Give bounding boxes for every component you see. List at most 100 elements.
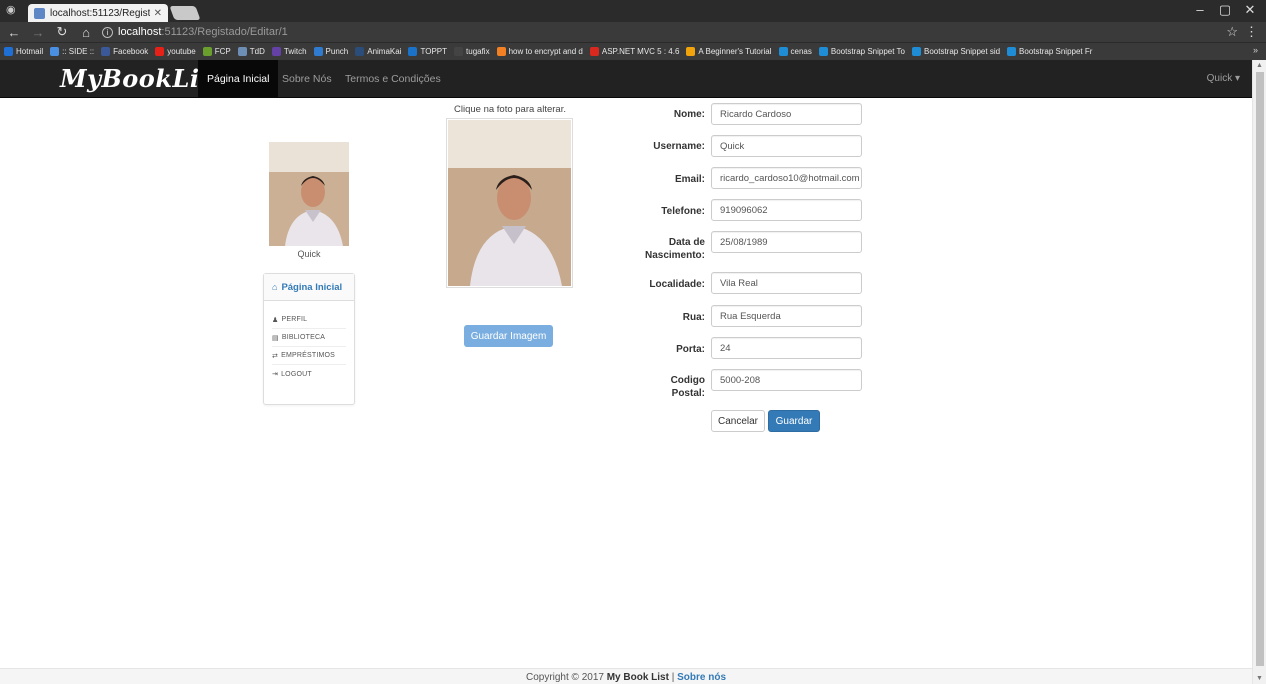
- email-field[interactable]: ricardo_cardoso10@hotmail.com: [711, 167, 862, 189]
- username-field[interactable]: Quick: [711, 135, 862, 157]
- label-street: Rua:: [682, 312, 705, 323]
- minimize-icon[interactable]: –: [1190, 2, 1210, 17]
- new-tab-button[interactable]: [169, 6, 201, 20]
- menu-item-loans[interactable]: ⇄ EMPRÉSTIMOS: [272, 347, 346, 365]
- menu-item-label: EMPRÉSTIMOS: [281, 352, 336, 359]
- address-bar[interactable]: i localhost:51123/Registado/Editar/1: [102, 24, 1226, 40]
- street-field[interactable]: Rua Esquerda: [711, 305, 862, 327]
- menu-item-logout[interactable]: ⇥ LOGOUT: [272, 365, 346, 383]
- nav-link-home[interactable]: Página Inicial: [198, 60, 279, 98]
- label-postal-code: Codigo Postal:: [620, 374, 705, 400]
- profile-menu-panel: ⌂ Página Inicial ♟ PERFIL ▤ BIBLIOTECA ⇄ EM…: [263, 273, 355, 405]
- bookmark-label: Facebook: [113, 47, 149, 56]
- incognito-icon: ◉: [6, 4, 16, 16]
- panel-title: Página Inicial: [281, 281, 343, 293]
- bookmark-favicon-icon: [271, 47, 281, 56]
- reload-icon[interactable]: ↻: [52, 24, 72, 40]
- bookmark-item[interactable]: Punch: [313, 47, 348, 56]
- bookmark-label: :: SIDE ::: [62, 47, 95, 56]
- bookmark-item[interactable]: ASP.NET MVC 5 : 4.6: [589, 47, 680, 56]
- bookmark-item[interactable]: Hotmail: [4, 47, 43, 56]
- user-dropdown[interactable]: Quick ▾: [1207, 73, 1240, 84]
- bookmark-item[interactable]: cenas: [778, 47, 812, 56]
- footer-about-link[interactable]: Sobre nós: [677, 672, 726, 683]
- birthdate-field[interactable]: 25/08/1989: [711, 231, 862, 253]
- browser-menu-icon[interactable]: ⋮: [1245, 24, 1258, 40]
- bookmark-item[interactable]: Bootstrap Snippet sid: [912, 47, 1000, 56]
- bookmark-favicon-icon: [589, 47, 599, 56]
- bookmark-favicon-icon: [778, 47, 788, 56]
- bookmark-item[interactable]: Twitch: [271, 47, 307, 56]
- bookmark-item[interactable]: AnimaKai: [355, 47, 401, 56]
- label-email: Email:: [674, 174, 705, 185]
- label-city: Localidade:: [649, 279, 705, 290]
- bookmarks-bar: Hotmail:: SIDE :: Facebook youtube FCP TdD Tw…: [0, 42, 1266, 60]
- forward-icon[interactable]: →: [28, 25, 48, 40]
- maximize-icon[interactable]: ▢: [1215, 2, 1235, 18]
- bookmark-item[interactable]: Facebook: [101, 47, 148, 56]
- bookmark-item[interactable]: A Beginner's Tutorial: [686, 47, 772, 56]
- bookmark-item[interactable]: FCP: [202, 47, 231, 56]
- site-info-icon[interactable]: i: [102, 26, 113, 38]
- nav-link-about[interactable]: Sobre Nós: [282, 73, 332, 85]
- home-icon: ⌂: [272, 282, 278, 292]
- browser-toolbar: ← → ↻ ⌂ i localhost:51123/Registado/Edit…: [0, 22, 1266, 42]
- close-window-icon[interactable]: ✕: [1240, 2, 1260, 18]
- label-door: Porta:: [676, 344, 705, 355]
- book-icon: ▤: [272, 334, 279, 342]
- bookmark-label: TOPPT: [420, 47, 448, 56]
- bookmark-favicon-icon: [355, 47, 365, 56]
- bookmarks-more-icon[interactable]: »: [1253, 45, 1258, 55]
- bookmark-item[interactable]: how to encrypt and d: [496, 47, 583, 56]
- bookmark-item[interactable]: tugafix: [454, 47, 490, 56]
- bookmark-item[interactable]: TOPPT: [408, 47, 447, 56]
- logout-icon: ⇥: [272, 371, 279, 378]
- page-favicon-icon: [34, 7, 45, 19]
- bookmark-favicon-icon: [101, 47, 111, 56]
- scroll-thumb[interactable]: [1256, 72, 1264, 666]
- bookmark-label: ASP.NET MVC 5 : 4.6: [601, 47, 680, 56]
- nav-link-terms[interactable]: Termos e Condições: [345, 73, 441, 85]
- label-postal-line1: Codigo: [670, 375, 705, 386]
- bookmark-label: TdD: [249, 47, 265, 56]
- site-footer: Copyright © 2017 My Book List | Sobre nó…: [0, 668, 1252, 684]
- page-scrollbar[interactable]: ▲ ▼: [1252, 60, 1266, 684]
- city-field[interactable]: Vila Real: [711, 272, 862, 294]
- scroll-up-icon[interactable]: ▲: [1256, 62, 1263, 69]
- phone-field[interactable]: 919096062: [711, 199, 862, 221]
- bookmark-item[interactable]: Bootstrap Snippet Fr: [1007, 47, 1092, 56]
- bookmark-item[interactable]: :: SIDE ::: [50, 47, 94, 56]
- door-field[interactable]: 24: [711, 337, 862, 359]
- panel-home-link[interactable]: ⌂ Página Inicial: [264, 274, 354, 301]
- bookmark-label: tugafix: [466, 47, 490, 56]
- bookmark-item[interactable]: Bootstrap Snippet To: [818, 47, 905, 56]
- bookmark-item[interactable]: TdD: [237, 47, 265, 56]
- bookmark-label: youtube: [167, 47, 196, 56]
- browser-tab[interactable]: localhost:51123/Registado ✕: [28, 4, 168, 22]
- label-birthdate-line1: Data de: [668, 237, 705, 248]
- bookmark-favicon-icon: [1007, 47, 1017, 56]
- bookmark-label: Bootstrap Snippet sid: [924, 47, 1001, 56]
- browser-tabstrip: ◉ localhost:51123/Registado ✕ – ▢ ✕: [0, 0, 1266, 22]
- bookmark-label: A Beginner's Tutorial: [698, 47, 772, 56]
- save-image-button[interactable]: Guardar Imagem: [464, 325, 553, 347]
- menu-item-label: BIBLIOTECA: [281, 334, 326, 341]
- bookmark-favicon-icon: [408, 47, 418, 56]
- bookmark-item[interactable]: youtube: [155, 47, 196, 56]
- save-button[interactable]: Guardar: [768, 410, 820, 432]
- tab-title: localhost:51123/Registado: [50, 7, 150, 19]
- name-field[interactable]: Ricardo Cardoso: [711, 103, 862, 125]
- home-icon[interactable]: ⌂: [76, 25, 96, 40]
- profile-photo-upload[interactable]: [446, 118, 573, 288]
- bookmark-favicon-icon: [155, 47, 165, 56]
- menu-item-library[interactable]: ▤ BIBLIOTECA: [272, 329, 346, 347]
- bookmark-favicon-icon: [237, 47, 247, 56]
- cancel-button[interactable]: Cancelar: [711, 410, 765, 432]
- scroll-down-icon[interactable]: ▼: [1256, 675, 1263, 682]
- back-icon[interactable]: ←: [4, 25, 24, 40]
- bookmark-star-icon[interactable]: ☆: [1226, 24, 1238, 40]
- tab-close-icon[interactable]: ✕: [154, 8, 162, 19]
- menu-item-profile[interactable]: ♟ PERFIL: [272, 311, 346, 329]
- postal-code-field[interactable]: 5000-208: [711, 369, 862, 391]
- bookmark-favicon-icon: [686, 47, 696, 56]
